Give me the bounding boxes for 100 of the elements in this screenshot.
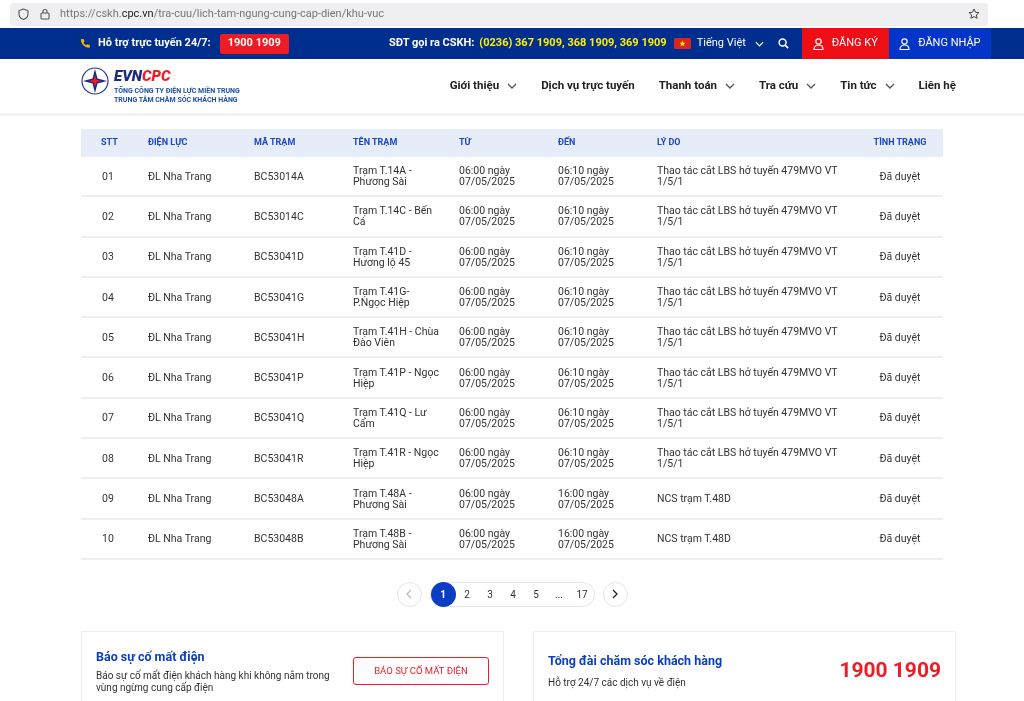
login-button[interactable]: ĐĂNG NHẬP <box>888 28 991 59</box>
chevron-down-icon <box>754 40 764 47</box>
support-label: Hỗ trợ trực tuyến 24/7: <box>98 35 211 52</box>
register-button[interactable]: ĐĂNG KÝ <box>801 28 889 59</box>
page-button[interactable]: 17 <box>570 581 594 607</box>
table-cell-text: 06:10 ngày 07/05/2025 <box>558 286 615 309</box>
table-cell-text: BC53041R <box>254 452 305 464</box>
column-header: ĐẾN <box>558 136 577 150</box>
user-icon <box>812 37 824 50</box>
chevron-down-icon <box>884 83 895 89</box>
call-numbers: (0236) 367 1909, 368 1909, 369 1909 <box>479 35 667 52</box>
table-cell-text: Thao tác cắt LBS hở tuyến 479MVO VT 1/5/1 <box>657 165 839 188</box>
support-phone[interactable]: 1900 1909 <box>219 33 289 54</box>
page-button[interactable]: ... <box>547 581 571 607</box>
table-cell-text: Đã duyệt <box>878 372 922 384</box>
user-icon <box>899 37 911 50</box>
table-cell-text: Đã duyệt <box>878 493 922 504</box>
table-cell-text: ĐL Nha Trang <box>148 533 213 545</box>
table-cell-text: ĐL Nha Trang <box>148 372 213 384</box>
table-cell-text: BC53041G <box>254 291 306 303</box>
table-cell-text: Trạm T.14C - Bến Cá <box>353 205 434 228</box>
table-cell-text: ĐL Nha Trang <box>148 170 213 182</box>
language-selector[interactable]: Tiếng Việt <box>696 35 764 52</box>
table-cell-text: Đã duyệt <box>878 533 922 545</box>
column-header: TÌNH TRẠNG <box>872 136 928 150</box>
table-cell-text: BC53041D <box>254 251 305 263</box>
column-header: MÃ TRẠM <box>254 136 297 150</box>
column-header: STT <box>100 136 119 150</box>
table-cell-text: Đã duyệt <box>878 251 922 263</box>
table-cell-text: 06:00 ngày 07/05/2025 <box>459 406 516 429</box>
card-title: Báo sự cố mất điện <box>96 647 206 666</box>
nav-link[interactable]: Giới thiệu <box>449 77 518 95</box>
table-cell-text: 16:00 ngày 07/05/2025 <box>558 527 615 550</box>
page-button[interactable]: 2 <box>455 581 479 607</box>
table-cell-text: ĐL Nha Trang <box>148 291 213 303</box>
table-cell-text: 08 <box>101 452 115 464</box>
table-cell-text: Thao tác cắt LBS hở tuyến 479MVO VT 1/5/1 <box>657 205 839 228</box>
table-cell-text: Trạm T.41G- P.Ngọc Hiệp <box>353 286 411 309</box>
column-header: TỪ <box>459 136 473 150</box>
table-cell-text: 06:00 ngày 07/05/2025 <box>459 245 516 268</box>
table-cell-text: Thao tác cắt LBS hở tuyến 479MVO VT 1/5/1 <box>657 447 839 470</box>
logo-emblem-icon <box>81 67 109 95</box>
table-cell-text: Trạm T.41Q - Lư Cấm <box>353 406 428 429</box>
table-cell-text: Trạm T.48A - Phương Sài <box>353 487 413 510</box>
search-icon[interactable] <box>777 38 789 49</box>
table-cell-text: ĐL Nha Trang <box>148 452 213 464</box>
page-button[interactable]: 1 <box>430 581 456 607</box>
table-cell-text: 06:00 ngày 07/05/2025 <box>459 366 516 389</box>
card-text: Hỗ trợ 24/7 các dịch vụ về điện <box>548 675 687 690</box>
shield-icon <box>18 8 29 20</box>
column-header: ĐIỆN LỰC <box>148 136 189 150</box>
table-cell-text: 06:00 ngày 07/05/2025 <box>459 527 516 550</box>
table-cell-text: Thao tác cắt LBS hở tuyến 479MVO VT 1/5/1 <box>657 245 839 268</box>
table-cell-text: 06:00 ngày 07/05/2025 <box>459 326 516 349</box>
table-cell-text: Thao tác cắt LBS hở tuyến 479MVO VT 1/5/1 <box>657 366 839 389</box>
page-button[interactable]: 4 <box>501 581 525 607</box>
page-button[interactable]: 5 <box>524 581 548 607</box>
table-cell-text: Trạm T.41P - Ngọc Hiệp <box>353 366 440 389</box>
column-header: TÊN TRẠM <box>353 136 399 150</box>
table-cell-text: 06:00 ngày 07/05/2025 <box>459 165 516 188</box>
table-cell-text: Đã duyệt <box>878 331 922 343</box>
table-cell-text: Đã duyệt <box>878 210 922 222</box>
table-cell-text: 06:10 ngày 07/05/2025 <box>558 205 615 228</box>
chevron-right-icon <box>612 589 618 600</box>
table-cell-text: BC53048A <box>254 493 305 504</box>
lock-icon <box>40 8 50 20</box>
hotline-number: 1900 1909 <box>839 657 941 685</box>
table-cell-text: BC53041H <box>254 331 306 343</box>
report-outage-button[interactable]: BÁO SỰ CỐ MẤT ĐIỆN <box>353 656 489 685</box>
table-cell-text: BC53041Q <box>254 412 306 424</box>
flag-icon <box>673 38 691 49</box>
star-icon[interactable] <box>968 8 980 20</box>
table-cell-text: Đã duyệt <box>878 412 922 424</box>
nav-link[interactable]: Dịch vụ trực tuyến <box>541 77 635 95</box>
table-cell-text: 05 <box>101 331 115 343</box>
table-cell-text: 06:00 ngày 07/05/2025 <box>459 447 516 470</box>
nav-link[interactable]: Thanh toán <box>658 77 735 95</box>
nav-link[interactable]: Liên hệ <box>918 77 956 95</box>
phone-icon <box>80 38 91 49</box>
card-text: Báo sự cố mất điện khách hàng khi không nằm trong vùng ngừng cung cấp điện <box>96 670 331 695</box>
table-cell-text: 06:10 ngày 07/05/2025 <box>558 326 615 349</box>
table-cell-text: 09 <box>101 493 115 504</box>
table-cell-text: ĐL Nha Trang <box>148 331 213 343</box>
nav-link[interactable]: Tin tức <box>840 77 895 95</box>
chevron-down-icon <box>725 83 735 89</box>
table-cell-text: 10 <box>101 533 115 545</box>
nav-link[interactable]: Tra cứu <box>759 77 817 95</box>
page-button[interactable]: 3 <box>478 581 502 607</box>
call-label: SĐT gọi ra CSKH: <box>388 35 475 52</box>
table-cell-text: Trạm T.48B - Phương Sài <box>353 527 413 550</box>
table-cell-text: Đã duyệt <box>878 291 922 303</box>
table-cell-text: 06:10 ngày 07/05/2025 <box>558 447 615 470</box>
table-cell-text: 06:10 ngày 07/05/2025 <box>558 366 615 389</box>
table-cell-text: Thao tác cắt LBS hở tuyến 479MVO VT 1/5/1 <box>657 406 839 429</box>
column-header: LÝ DO <box>657 136 682 150</box>
chevron-down-icon <box>806 83 817 89</box>
table-cell-text: Trạm T.41R - Ngọc Hiệp <box>353 447 440 470</box>
address-bar[interactable]: https://cskh.cpc.vn/tra-cuu/lich-tam-ngung-cung-cap-dien/khu-vuc <box>10 2 988 26</box>
table-cell-text: ĐL Nha Trang <box>148 210 213 222</box>
table-cell-text: 07 <box>101 412 115 424</box>
